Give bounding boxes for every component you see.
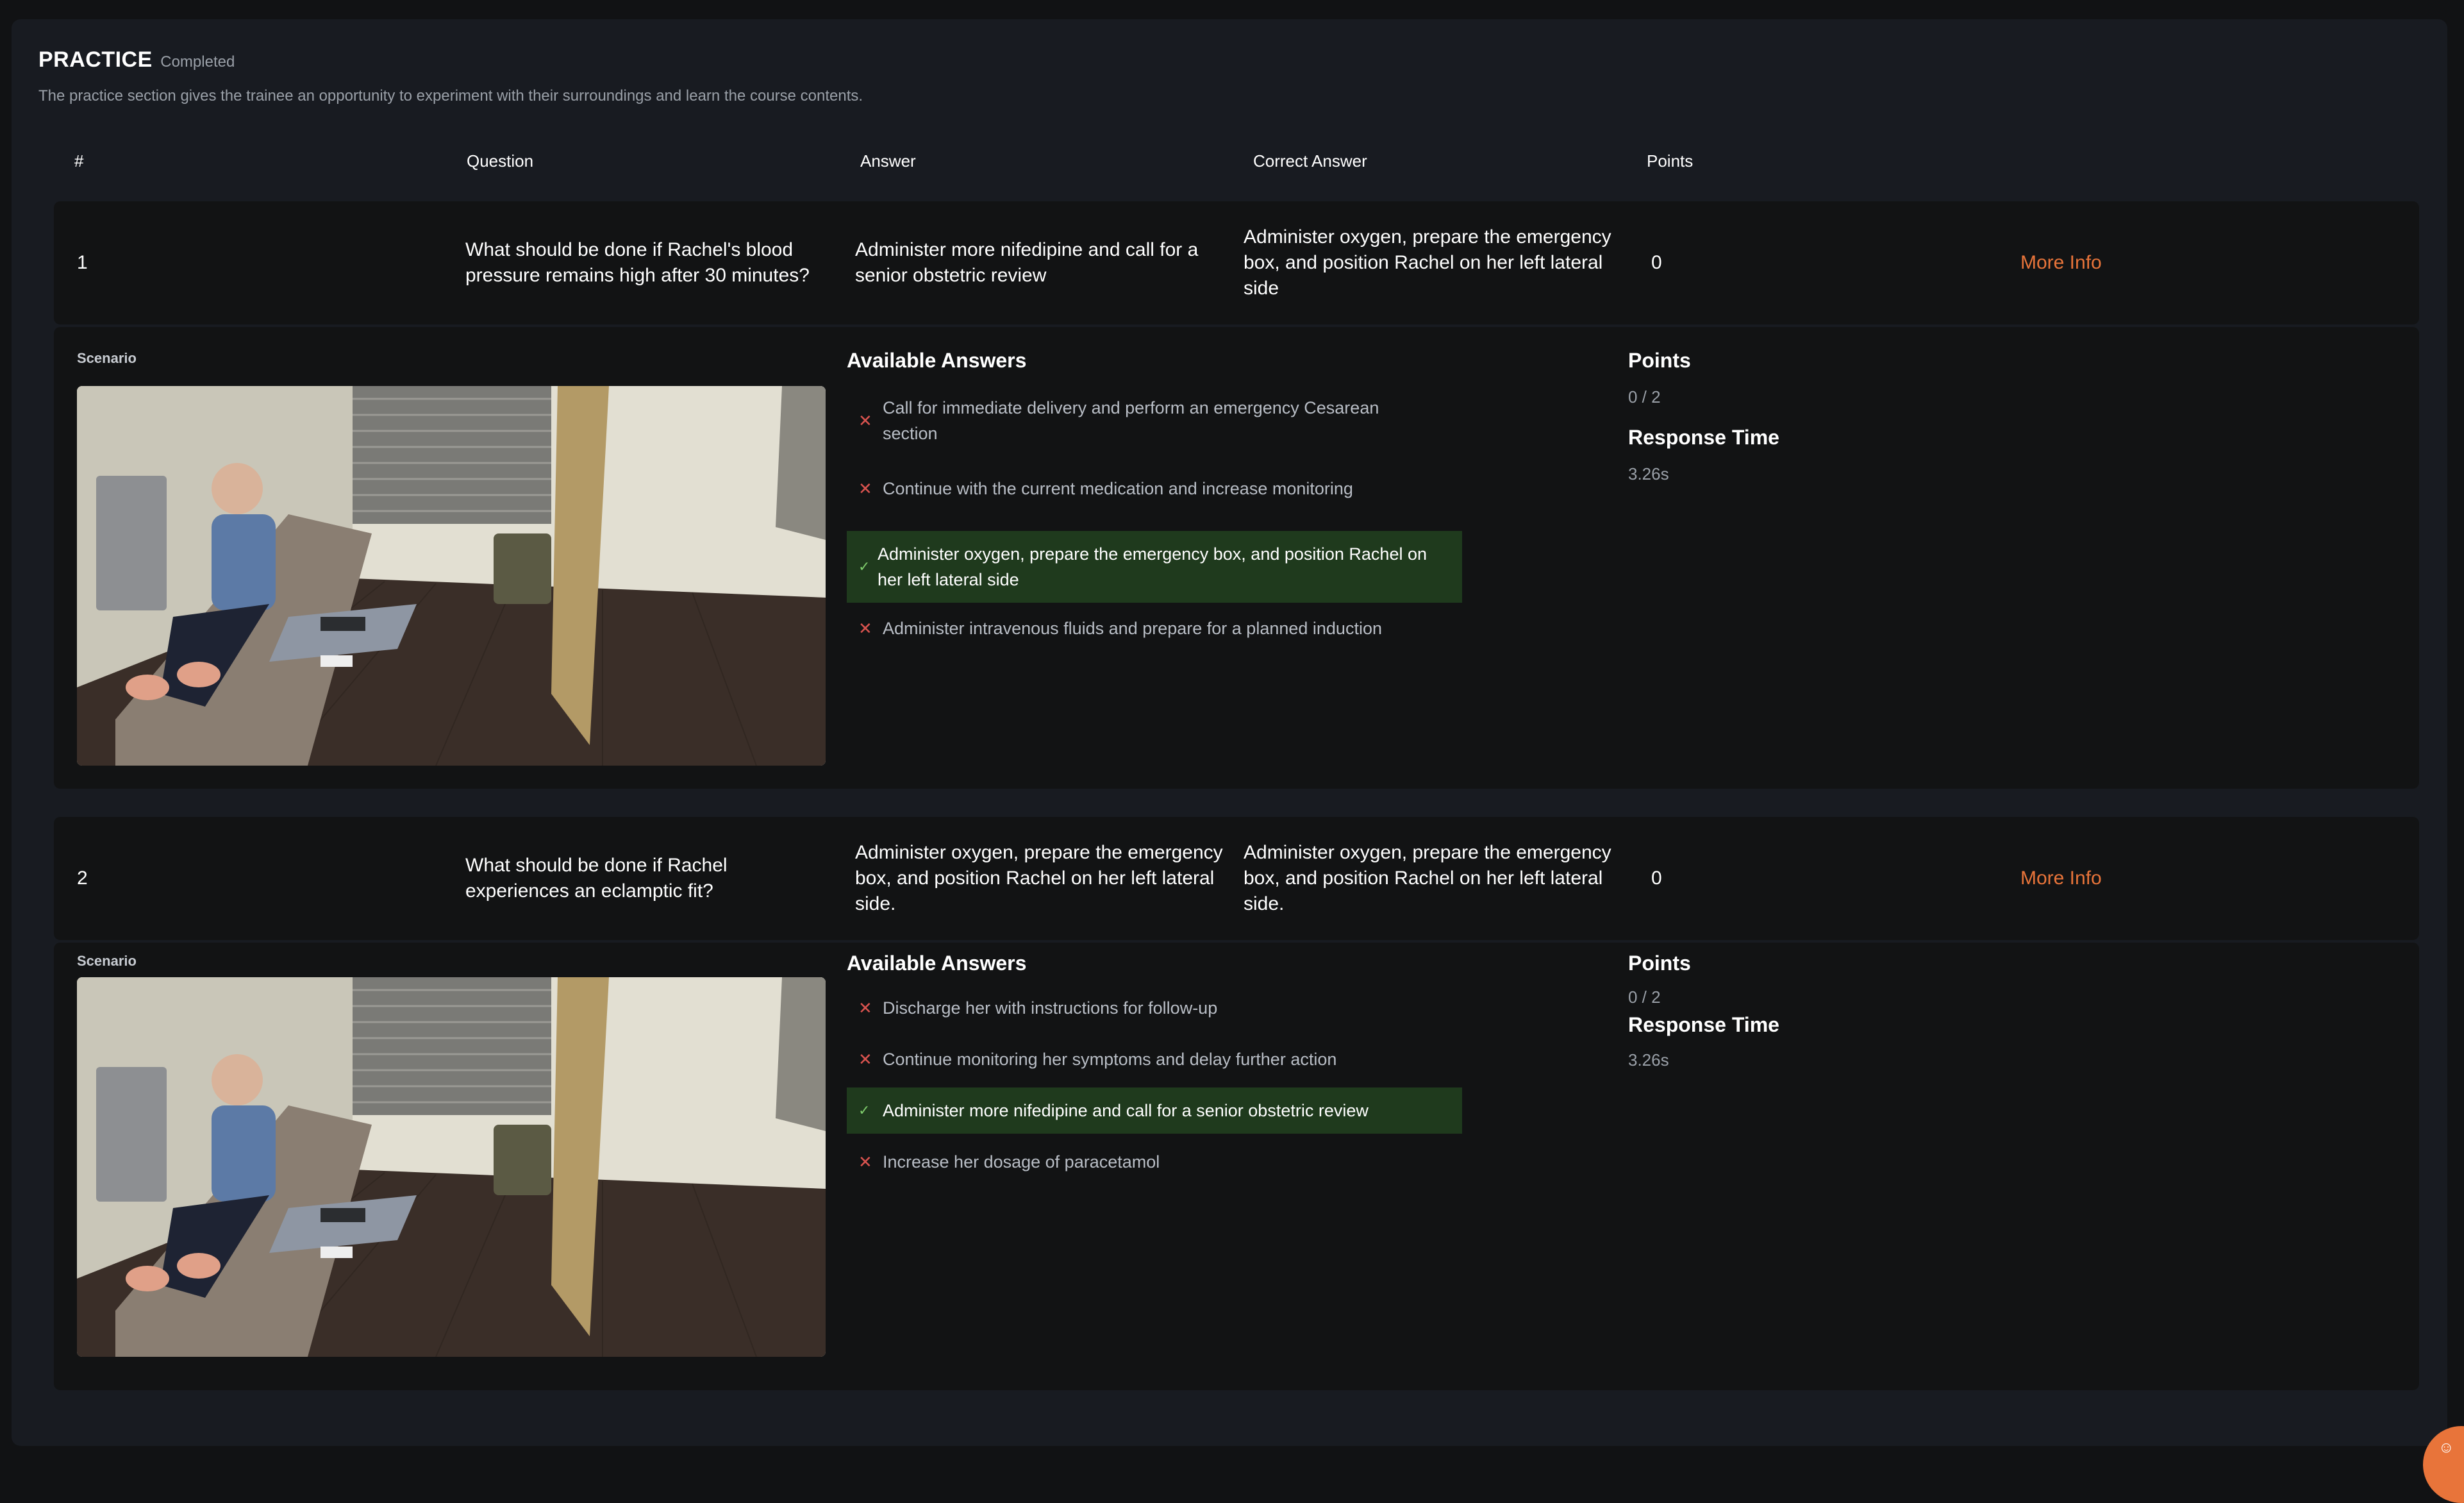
x-icon: ✕ xyxy=(858,998,872,1018)
row-correct-answer: Administer oxygen, prepare the emergency… xyxy=(1244,226,1611,299)
row-points: 0 xyxy=(1651,868,1662,889)
row-question: What should be done if Rachel experience… xyxy=(465,855,728,902)
x-icon: ✕ xyxy=(858,619,872,638)
points-score: 0 / 2 xyxy=(1628,987,1661,1007)
support-icon: ☺ xyxy=(2438,1439,2454,1456)
scenario-image xyxy=(77,386,826,766)
col-header-number: # xyxy=(74,151,84,171)
answer-option-text: Administer intravenous fluids and prepar… xyxy=(883,619,1382,638)
answer-option-text: Call for immediate delivery and perform … xyxy=(883,398,1379,443)
col-header-question: Question xyxy=(467,151,534,171)
more-info-link[interactable]: More Info xyxy=(2020,250,2102,276)
scenario-label: Scenario xyxy=(77,953,137,969)
scenario-illustration xyxy=(77,386,826,766)
scenario-illustration xyxy=(77,977,826,1357)
answer-option: ✕ Administer intravenous fluids and prep… xyxy=(847,616,1462,641)
table-row[interactable]: 2 What should be done if Rachel experien… xyxy=(54,817,2419,940)
answer-option: ✕ Call for immediate delivery and perfor… xyxy=(847,395,1462,446)
section-title: PRACTICE xyxy=(38,47,153,72)
response-time-title: Response Time xyxy=(1628,426,1779,449)
points-title: Points xyxy=(1628,349,1691,372)
available-answers-title: Available Answers xyxy=(847,952,1027,975)
question-detail: Scenario xyxy=(54,943,2419,1390)
answer-option-text: Administer oxygen, prepare the emergency… xyxy=(878,544,1427,589)
col-header-correct-answer: Correct Answer xyxy=(1253,151,1367,171)
check-icon: ✓ xyxy=(858,558,870,575)
response-time-title: Response Time xyxy=(1628,1013,1779,1036)
row-question: What should be done if Rachel's blood pr… xyxy=(465,239,810,286)
x-icon: ✕ xyxy=(858,411,872,430)
row-answer: Administer more nifedipine and call for … xyxy=(855,239,1199,286)
more-info-link[interactable]: More Info xyxy=(2020,866,2102,891)
col-header-points: Points xyxy=(1647,151,1694,171)
col-header-answer: Answer xyxy=(860,151,916,171)
question-detail: Scenario xyxy=(54,327,2419,789)
answer-option-text: Administer more nifedipine and call for … xyxy=(883,1101,1369,1120)
x-icon: ✕ xyxy=(858,1152,872,1171)
answer-option-correct: ✓ Administer more nifedipine and call fo… xyxy=(847,1087,1462,1134)
answer-option: ✕ Increase her dosage of paracetamol xyxy=(847,1149,1462,1175)
x-icon: ✕ xyxy=(858,479,872,498)
status-label: Completed xyxy=(160,53,235,71)
scenario-label: Scenario xyxy=(77,350,137,366)
points-title: Points xyxy=(1628,952,1691,975)
row-number: 2 xyxy=(77,868,88,889)
section-header: PRACTICE Completed xyxy=(38,47,235,72)
check-icon: ✓ xyxy=(858,1102,870,1118)
row-points: 0 xyxy=(1651,252,1662,273)
answer-option-text: Discharge her with instructions for foll… xyxy=(883,998,1218,1018)
row-correct-answer: Administer oxygen, prepare the emergency… xyxy=(1244,842,1611,914)
row-number: 1 xyxy=(77,252,88,273)
answer-option-text: Continue monitoring her symptoms and del… xyxy=(883,1050,1337,1069)
table-row[interactable]: 1 What should be done if Rachel's blood … xyxy=(54,201,2419,324)
answer-option-correct: ✓ Administer oxygen, prepare the emergen… xyxy=(847,531,1462,603)
section-description: The practice section gives the trainee a… xyxy=(38,87,863,105)
response-time-value: 3.26s xyxy=(1628,464,1669,483)
x-icon: ✕ xyxy=(858,1050,872,1069)
answer-option-text: Increase her dosage of paracetamol xyxy=(883,1152,1160,1171)
answer-option: ✕ Discharge her with instructions for fo… xyxy=(847,995,1462,1021)
scenario-image xyxy=(77,977,826,1357)
points-score: 0 / 2 xyxy=(1628,387,1661,407)
answer-option: ✕ Continue with the current medication a… xyxy=(847,476,1462,501)
results-panel: PRACTICE Completed The practice section … xyxy=(12,19,2447,1446)
answer-option-text: Continue with the current medication and… xyxy=(883,479,1353,498)
row-answer: Administer oxygen, prepare the emergency… xyxy=(855,842,1223,914)
response-time-value: 3.26s xyxy=(1628,1050,1669,1070)
available-answers-title: Available Answers xyxy=(847,349,1027,372)
answer-option: ✕ Continue monitoring her symptoms and d… xyxy=(847,1046,1462,1072)
